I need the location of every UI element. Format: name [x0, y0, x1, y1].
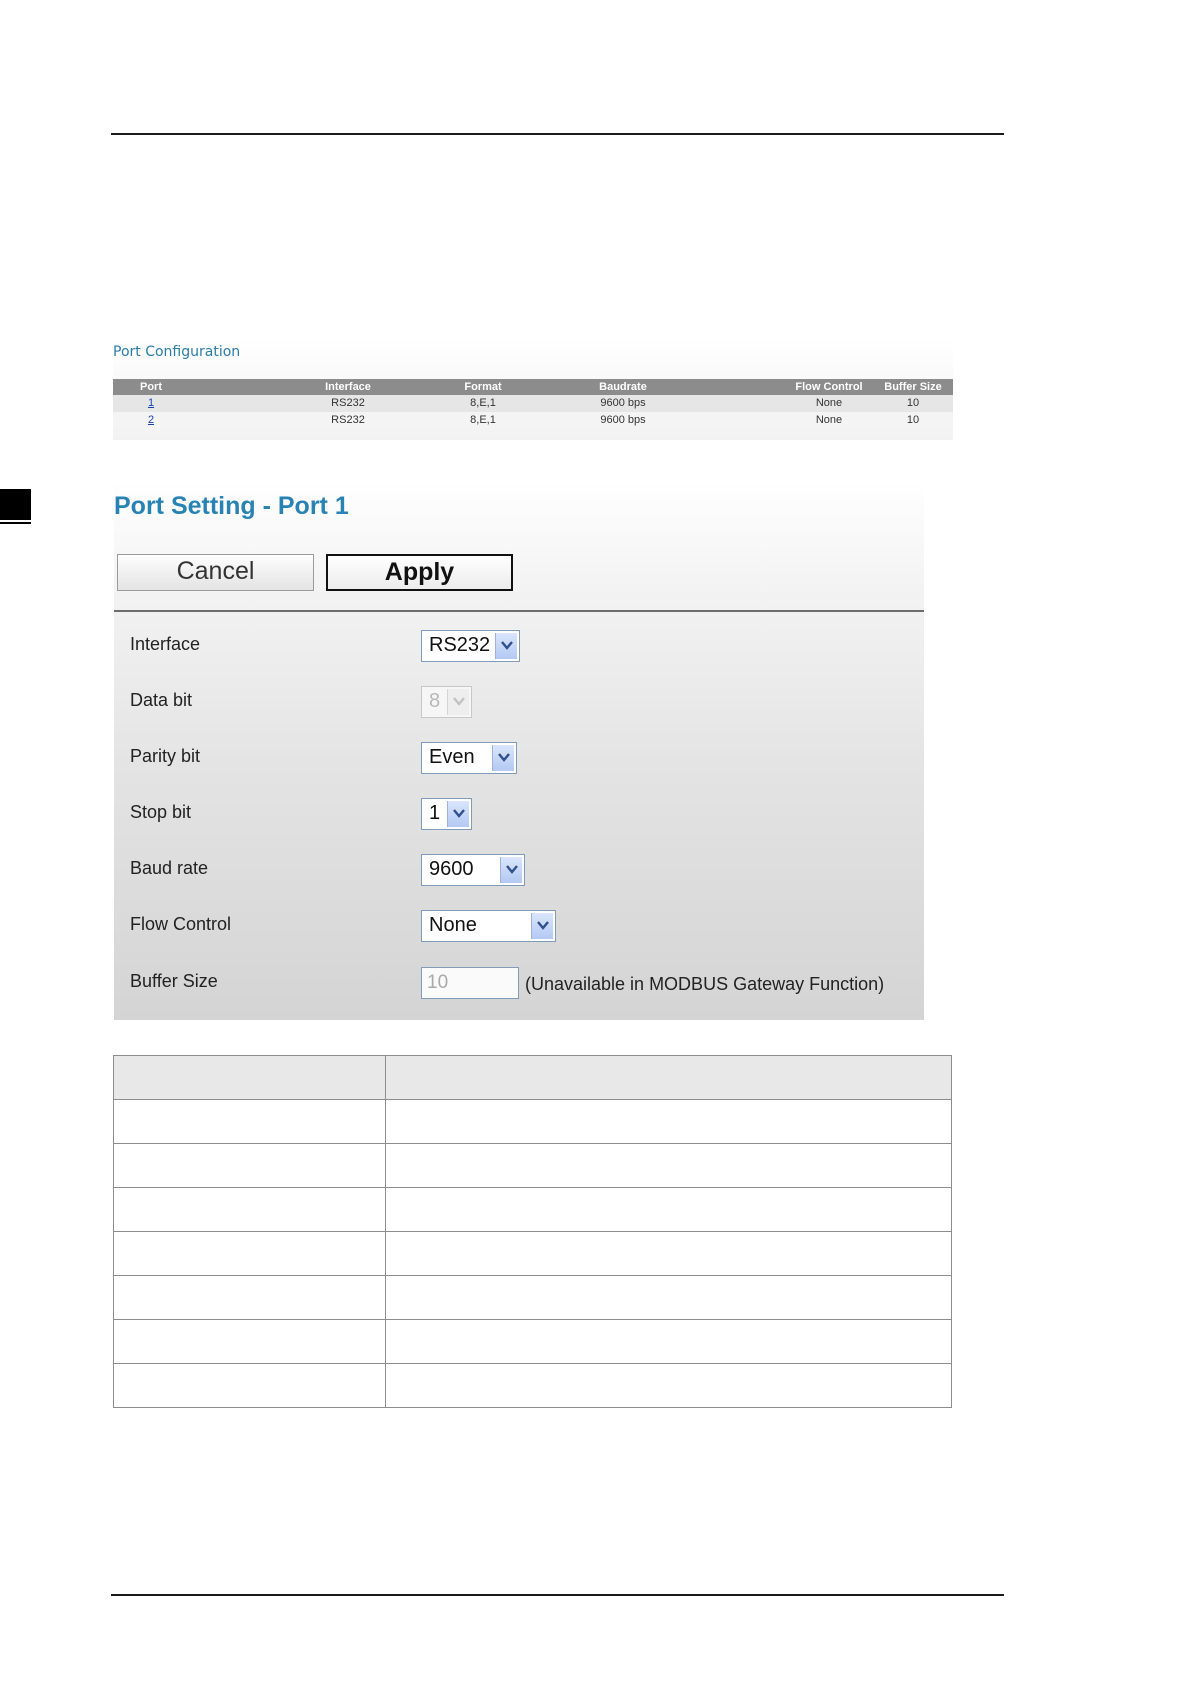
port-setting-title: Port Setting - Port 1 — [114, 492, 349, 520]
column-header-format: Format — [464, 381, 502, 393]
port-2-link[interactable]: 2 — [148, 414, 154, 426]
table-cell — [113, 1055, 386, 1100]
footer-rule — [111, 1594, 1004, 1596]
port-configuration-panel: Port Configuration Port Interface Format… — [113, 337, 953, 440]
table-header-row — [113, 1055, 952, 1100]
buffer-size-cell: 10 — [906, 397, 920, 409]
port-1-link[interactable]: 1 — [148, 397, 154, 409]
table-cell — [113, 1231, 386, 1276]
settings-divider — [114, 610, 924, 612]
buffer-size-input[interactable]: 10 — [421, 967, 519, 999]
parameter-table — [113, 1055, 952, 1408]
table-cell — [113, 1319, 386, 1364]
parity-bit-label: Parity bit — [130, 746, 201, 766]
table-cell — [113, 1275, 386, 1320]
table-row — [113, 1143, 952, 1188]
baud-rate-label: Baud rate — [130, 858, 209, 878]
buffer-size-input-value: 10 — [427, 972, 449, 993]
column-header-port: Port — [140, 381, 162, 393]
interface-label: Interface — [130, 634, 201, 654]
table-row — [113, 1187, 952, 1232]
column-header-baudrate: Baudrate — [599, 381, 647, 393]
flow-control-select[interactable]: None — [421, 910, 556, 942]
interface-cell: RS232 — [331, 414, 365, 426]
table-cell — [385, 1363, 952, 1408]
table-cell — [113, 1143, 386, 1188]
baudrate-cell: 9600 bps — [600, 397, 646, 409]
table-cell — [113, 1099, 386, 1144]
cancel-button[interactable]: Cancel — [117, 554, 314, 591]
chevron-down-icon — [492, 745, 514, 771]
apply-button[interactable]: Apply — [326, 554, 513, 591]
table-cell — [113, 1363, 386, 1408]
chevron-down-icon — [447, 689, 469, 715]
buffer-size-note: (Unavailable in MODBUS Gateway Function) — [525, 974, 885, 994]
port-configuration-header: Port Interface Format Baudrate Flow Cont… — [113, 379, 953, 395]
format-cell: 8,E,1 — [470, 414, 496, 426]
port-cell: 1 — [113, 395, 189, 412]
interface-select-value: RS232 — [429, 634, 491, 656]
port-configuration-title: Port Configuration — [113, 344, 241, 360]
header-rule — [111, 133, 1004, 135]
baud-rate-select-value: 9600 — [429, 858, 474, 880]
parity-bit-select[interactable]: Even — [421, 742, 517, 774]
column-header-buffer-size: Buffer Size — [884, 381, 942, 393]
port-setting-panel: Port Setting - Port 1 Cancel Apply Inter… — [114, 480, 924, 1020]
stop-bit-select[interactable]: 1 — [421, 798, 472, 830]
table-row: 2 RS232 8,E,1 9600 bps None 10 — [113, 412, 953, 429]
table-row: 1 RS232 8,E,1 9600 bps None 10 — [113, 395, 953, 412]
chevron-down-icon — [531, 913, 553, 939]
buffer-size-cell: 10 — [906, 414, 920, 426]
table-row — [113, 1275, 952, 1320]
table-cell — [385, 1275, 952, 1320]
data-bit-select: 8 — [421, 686, 472, 718]
format-cell: 8,E,1 — [470, 397, 496, 409]
interface-cell: RS232 — [331, 397, 365, 409]
column-header-interface: Interface — [325, 381, 371, 393]
table-cell — [385, 1099, 952, 1144]
table-row — [113, 1099, 952, 1144]
table-cell — [385, 1055, 952, 1100]
table-cell — [385, 1187, 952, 1232]
chevron-down-icon — [495, 633, 517, 659]
baud-rate-select[interactable]: 9600 — [421, 854, 525, 886]
buffer-size-label: Buffer Size — [130, 971, 218, 991]
chapter-tab-underline — [0, 522, 31, 524]
table-cell — [385, 1319, 952, 1364]
flow-control-label: Flow Control — [130, 914, 232, 934]
data-bit-select-value: 8 — [429, 690, 441, 712]
parity-bit-select-value: Even — [429, 746, 475, 768]
table-cell — [113, 1187, 386, 1232]
table-row — [113, 1319, 952, 1364]
stop-bit-label: Stop bit — [130, 802, 192, 822]
table-cell — [385, 1143, 952, 1188]
table-cell — [385, 1231, 952, 1276]
flow-control-select-value: None — [429, 914, 477, 936]
interface-select[interactable]: RS232 — [421, 630, 520, 662]
chevron-down-icon — [447, 801, 469, 827]
port-cell: 2 — [113, 412, 189, 429]
chapter-tab-marker — [0, 489, 31, 520]
stop-bit-select-value: 1 — [429, 802, 441, 824]
baudrate-cell: 9600 bps — [600, 414, 646, 426]
table-row — [113, 1231, 952, 1276]
chevron-down-icon — [500, 857, 522, 883]
table-row — [113, 1363, 952, 1408]
data-bit-label: Data bit — [130, 690, 193, 710]
